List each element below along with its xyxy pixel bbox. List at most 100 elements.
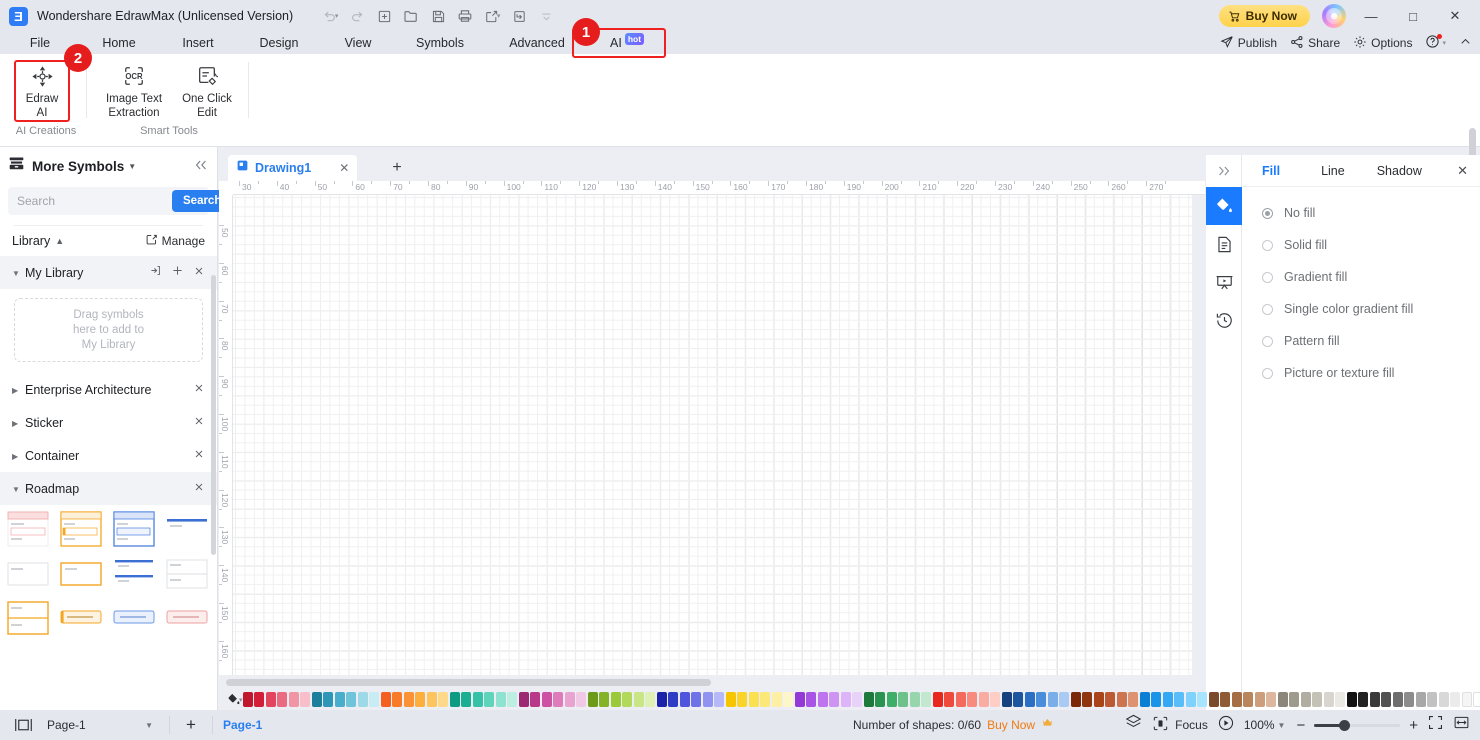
symbol-thumbnail[interactable]	[112, 600, 156, 638]
color-swatch[interactable]	[760, 692, 771, 707]
color-swatch[interactable]	[507, 692, 518, 707]
tab-fill[interactable]: Fill	[1262, 164, 1280, 178]
save-icon[interactable]	[425, 4, 451, 28]
sidebar-section-container[interactable]: ▶ Container	[0, 439, 217, 472]
close-icon[interactable]	[193, 264, 205, 282]
options-button[interactable]: Options	[1353, 35, 1412, 52]
color-swatch[interactable]	[1231, 692, 1242, 707]
sidebar-section-my-library[interactable]: ▼ My Library	[0, 256, 217, 289]
plus-icon[interactable]	[171, 264, 184, 282]
color-swatch[interactable]	[909, 692, 920, 707]
page-view-icon[interactable]	[14, 717, 33, 733]
color-swatch[interactable]	[323, 692, 334, 707]
zoom-in-button[interactable]: +	[1409, 717, 1418, 734]
color-swatch[interactable]	[1197, 692, 1208, 707]
radio-pattern-fill[interactable]	[1262, 335, 1273, 347]
export-caret-icon[interactable]: ▾	[497, 12, 501, 20]
color-swatch[interactable]	[357, 692, 368, 707]
color-swatch[interactable]	[1300, 692, 1311, 707]
color-swatch[interactable]	[852, 692, 863, 707]
history-icon[interactable]	[1206, 301, 1242, 339]
sidebar-section-sticker[interactable]: ▶ Sticker	[0, 406, 217, 439]
close-icon[interactable]	[193, 381, 205, 399]
close-icon[interactable]: ✕	[339, 161, 349, 175]
fill-option-no-fill[interactable]: No fill	[1242, 197, 1480, 229]
symbol-thumbnail[interactable]	[165, 555, 209, 593]
color-swatch[interactable]	[311, 692, 322, 707]
color-swatch[interactable]	[254, 692, 265, 707]
color-swatch[interactable]	[1438, 692, 1449, 707]
zoom-slider-handle[interactable]	[1339, 719, 1351, 731]
tab-shadow[interactable]: Shadow	[1377, 164, 1422, 178]
sidebar-section-roadmap[interactable]: ▼ Roadmap	[0, 472, 217, 505]
menu-item-file[interactable]: File	[20, 34, 60, 52]
color-swatch[interactable]	[576, 692, 587, 707]
color-swatch[interactable]	[1093, 692, 1104, 707]
color-swatch[interactable]	[921, 692, 932, 707]
color-swatch[interactable]	[1151, 692, 1162, 707]
symbol-thumbnail[interactable]	[59, 600, 103, 638]
symbol-thumbnail[interactable]	[112, 510, 156, 548]
save-as-icon[interactable]	[506, 4, 532, 28]
close-button[interactable]: ✕	[1438, 3, 1472, 29]
fill-option-solid-fill[interactable]: Solid fill	[1242, 229, 1480, 261]
library-scrollbar[interactable]	[211, 275, 216, 555]
color-swatch[interactable]	[1404, 692, 1415, 707]
zoom-slider[interactable]	[1314, 719, 1401, 731]
color-swatch[interactable]	[978, 692, 989, 707]
close-icon[interactable]: ✕	[1457, 163, 1468, 179]
color-swatch[interactable]	[587, 692, 598, 707]
color-swatch[interactable]	[1116, 692, 1127, 707]
fill-option-pattern-fill[interactable]: Pattern fill	[1242, 325, 1480, 357]
color-swatch[interactable]	[1346, 692, 1357, 707]
color-swatch[interactable]	[806, 692, 817, 707]
color-swatch[interactable]	[656, 692, 667, 707]
zoom-level-select[interactable]: 100% ▼	[1244, 718, 1286, 732]
help-button[interactable]: ▾	[1425, 34, 1446, 52]
color-swatch[interactable]	[875, 692, 886, 707]
maximize-button[interactable]: □	[1396, 3, 1430, 29]
menu-item-home[interactable]: Home	[92, 34, 146, 52]
color-swatch[interactable]	[1059, 692, 1070, 707]
color-swatch[interactable]	[346, 692, 357, 707]
chevron-down-icon[interactable]: ▼	[128, 162, 136, 171]
color-swatch[interactable]	[1174, 692, 1185, 707]
add-page-button[interactable]: +	[180, 715, 202, 735]
one-click-edit-button[interactable]: One Click Edit	[172, 54, 242, 120]
color-swatch[interactable]	[783, 692, 794, 707]
color-swatch[interactable]	[334, 692, 345, 707]
color-swatch[interactable]	[1277, 692, 1288, 707]
color-swatch[interactable]	[1024, 692, 1035, 707]
fill-option-single-color-gradient-fill[interactable]: Single color gradient fill	[1242, 293, 1480, 325]
color-swatch[interactable]	[955, 692, 966, 707]
close-icon[interactable]	[193, 414, 205, 432]
color-swatch[interactable]	[702, 692, 713, 707]
my-library-dropzone[interactable]: Drag symbols here to add to My Library	[14, 298, 203, 362]
color-swatch[interactable]	[392, 692, 403, 707]
color-swatch[interactable]	[691, 692, 702, 707]
fill-bucket-icon[interactable]: ▾	[226, 692, 243, 707]
color-swatch[interactable]	[1323, 692, 1334, 707]
chevrons-left-icon[interactable]	[193, 158, 209, 175]
color-swatch[interactable]	[564, 692, 575, 707]
open-icon[interactable]	[398, 4, 424, 28]
color-swatch[interactable]	[748, 692, 759, 707]
tab-line[interactable]: Line	[1321, 164, 1345, 178]
color-swatch[interactable]	[817, 692, 828, 707]
color-swatch[interactable]	[1369, 692, 1380, 707]
color-swatch[interactable]	[886, 692, 897, 707]
symbol-thumbnail[interactable]	[59, 510, 103, 548]
color-swatch[interactable]	[633, 692, 644, 707]
menu-item-ai[interactable]: AI hot	[610, 33, 645, 52]
buy-now-link[interactable]: Buy Now	[987, 718, 1035, 732]
symbol-thumbnail[interactable]	[59, 555, 103, 593]
color-swatch[interactable]	[1473, 692, 1480, 707]
color-swatch[interactable]	[668, 692, 679, 707]
color-swatch[interactable]	[426, 692, 437, 707]
color-swatch[interactable]	[1220, 692, 1231, 707]
color-swatch[interactable]	[990, 692, 1001, 707]
close-icon[interactable]	[193, 447, 205, 465]
color-swatch[interactable]	[461, 692, 472, 707]
layers-icon[interactable]	[1124, 713, 1143, 737]
zoom-out-button[interactable]: −	[1296, 717, 1305, 734]
